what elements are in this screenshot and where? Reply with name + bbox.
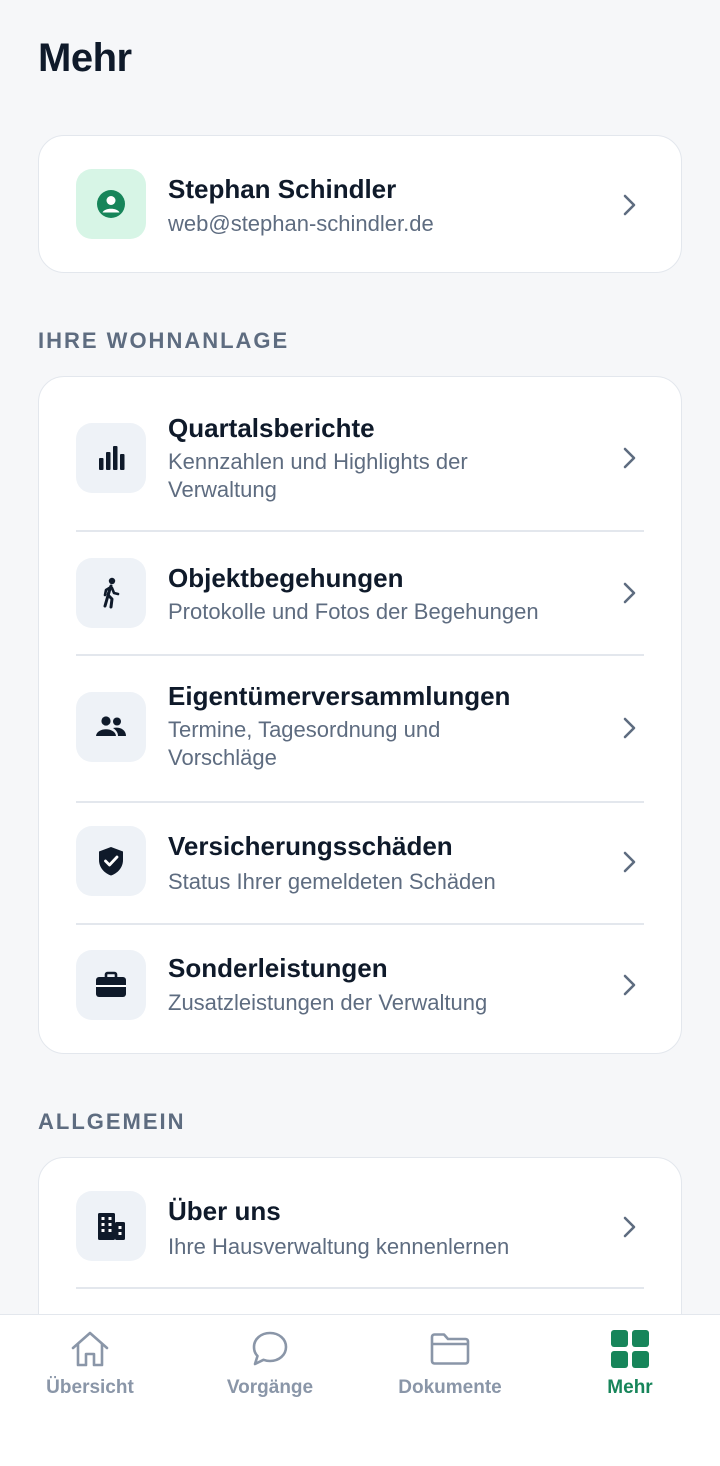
menu-item-title: Über uns xyxy=(168,1196,281,1226)
menu-item-quartalsberichte[interactable]: Quartalsberichte Kennzahlen und Highligh… xyxy=(39,377,681,531)
user-circle-icon xyxy=(76,169,146,239)
chevron-right-icon xyxy=(623,851,636,873)
menu-item-subtitle: Ihre Hausverwaltung kennenlernen xyxy=(168,1234,510,1259)
profile-name: Stephan Schindler xyxy=(168,174,397,204)
bar-chart-icon xyxy=(76,423,146,493)
tab-label: Vorgänge xyxy=(226,1377,314,1398)
bottom-tab-bar: Übersicht Vorgänge Dokumente Mehr xyxy=(0,1314,720,1466)
menu-item-title: Quartalsberichte xyxy=(168,413,375,443)
profile-card[interactable]: Stephan Schindler web@stephan-schindler.… xyxy=(38,135,682,273)
grid-icon xyxy=(611,1330,649,1368)
tab-dokumente[interactable]: Dokumente xyxy=(360,1315,540,1415)
menu-item-title: Eigentümerversammlungen xyxy=(168,681,511,711)
walking-person-icon xyxy=(76,558,146,628)
chevron-right-icon xyxy=(623,974,636,996)
building-icon xyxy=(76,1191,146,1261)
profile-row[interactable]: Stephan Schindler web@stephan-schindler.… xyxy=(39,136,681,272)
people-icon xyxy=(76,692,146,762)
chevron-right-icon xyxy=(623,447,636,469)
tab-vorgaenge[interactable]: Vorgänge xyxy=(180,1315,360,1415)
tab-uebersicht[interactable]: Übersicht xyxy=(0,1315,180,1415)
menu-item-versicherungsschaeden[interactable]: Versicherungsschäden Status Ihrer gemeld… xyxy=(39,803,681,924)
menu-item-subtitle: Zusatzleistungen der Verwaltung xyxy=(168,990,488,1015)
section-title-wohnanlage: IHRE WOHNANLAGE xyxy=(38,328,290,353)
menu-item-eigentuemerversammlungen[interactable]: Eigentümerversammlungen Termine, Tagesor… xyxy=(39,656,681,802)
tab-mehr[interactable]: Mehr xyxy=(540,1315,720,1415)
tab-label: Mehr xyxy=(607,1377,653,1398)
tab-label: Dokumente xyxy=(398,1377,502,1398)
menu-item-subtitle: Kennzahlen und Highlights der Verwaltung xyxy=(168,449,468,502)
menu-item-subtitle: Protokolle und Fotos der Begehungen xyxy=(168,599,539,624)
more-screen: Mehr Stephan Schindler web@stephan-schin… xyxy=(0,0,720,1466)
menu-item-ueber-uns[interactable]: Über uns Ihre Hausverwaltung kennenlerne… xyxy=(39,1158,681,1288)
menu-item-title: Versicherungsschäden xyxy=(168,831,453,861)
briefcase-icon xyxy=(76,950,146,1020)
page-title: Mehr xyxy=(38,36,132,80)
chevron-right-icon xyxy=(623,717,636,739)
profile-email: web@stephan-schindler.de xyxy=(168,211,434,236)
menu-item-objektbegehungen[interactable]: Objektbegehungen Protokolle und Fotos de… xyxy=(39,532,681,654)
shield-check-icon xyxy=(76,826,146,896)
tab-label: Übersicht xyxy=(46,1377,134,1398)
chevron-right-icon xyxy=(623,194,636,216)
menu-item-subtitle: Termine, Tagesordnung und Vorschläge xyxy=(168,717,441,770)
menu-item-title: Objektbegehungen xyxy=(168,563,404,593)
folder-icon xyxy=(430,1333,470,1365)
chevron-right-icon xyxy=(623,582,636,604)
menu-item-title: Sonderleistungen xyxy=(168,953,388,983)
menu-item-sonderleistungen[interactable]: Sonderleistungen Zusatzleistungen der Ve… xyxy=(39,925,681,1053)
chevron-right-icon xyxy=(623,1216,636,1238)
section-title-allgemein: ALLGEMEIN xyxy=(38,1109,186,1134)
chat-bubble-icon xyxy=(252,1331,288,1366)
divider xyxy=(76,1287,644,1289)
menu-item-subtitle: Status Ihrer gemeldeten Schäden xyxy=(168,869,496,894)
wohnanlage-card: Quartalsberichte Kennzahlen und Highligh… xyxy=(38,376,682,1054)
home-icon xyxy=(71,1331,109,1367)
